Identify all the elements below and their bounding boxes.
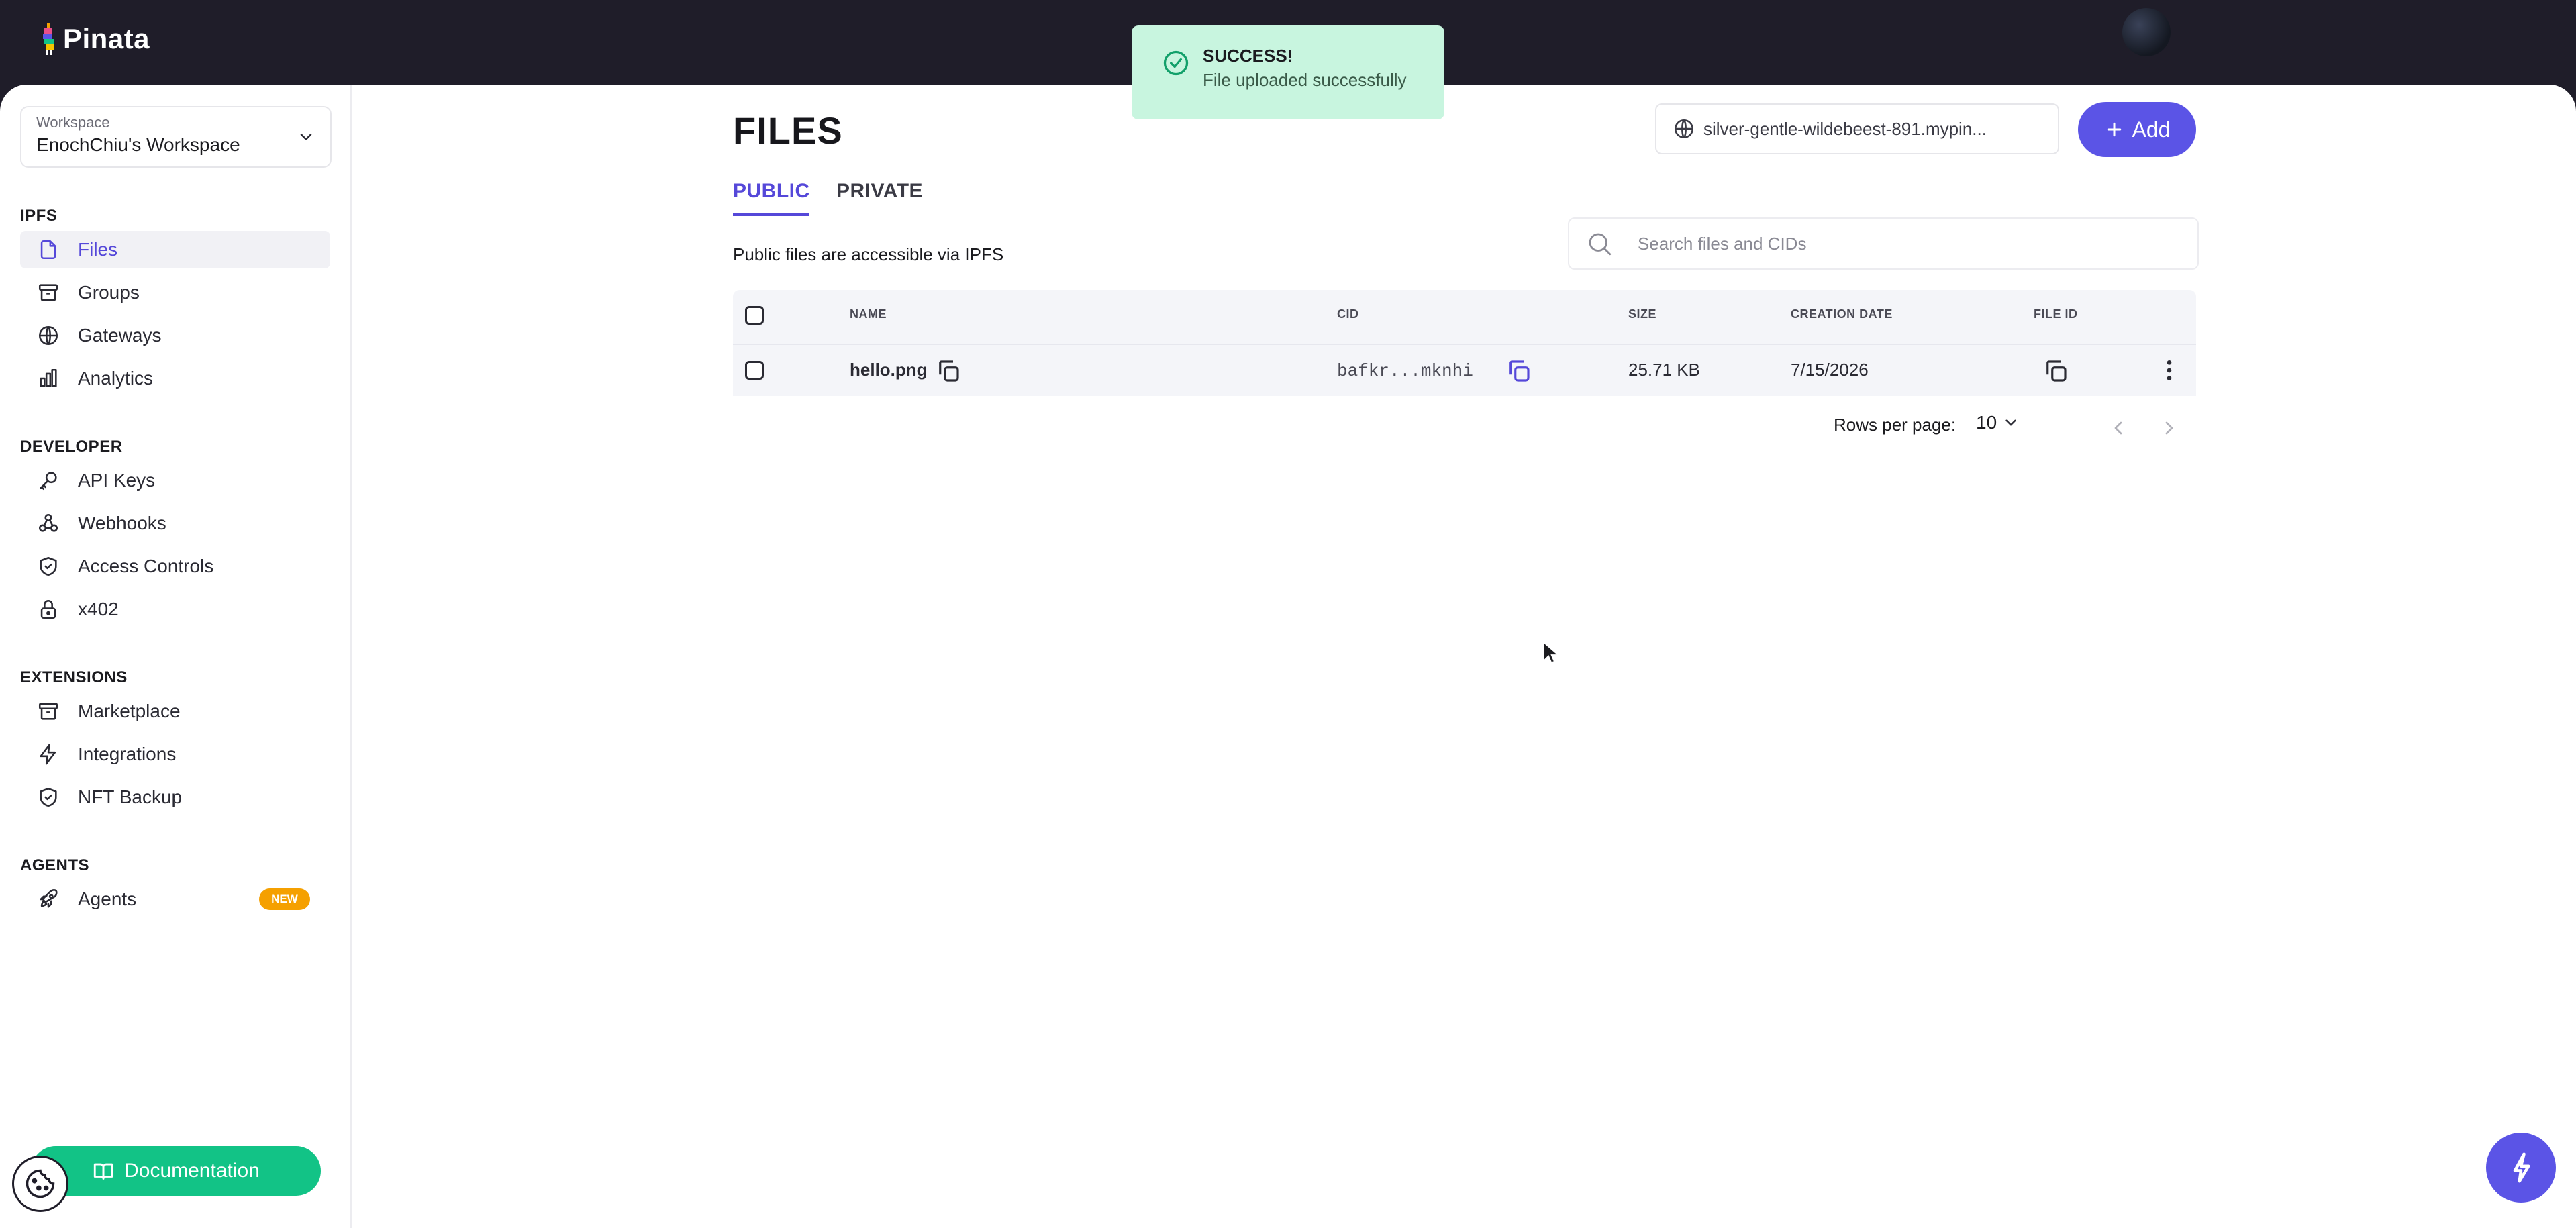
- search-input[interactable]: [1636, 229, 2176, 258]
- sidebar-item-api-keys[interactable]: API Keys: [20, 462, 330, 499]
- new-badge: NEW: [259, 888, 310, 910]
- search-box: [1568, 217, 2199, 270]
- section-title-agents: AGENTS: [20, 856, 90, 874]
- file-size: 25.71 KB: [1628, 360, 1700, 380]
- book-icon: [93, 1163, 113, 1180]
- rows-per-page-select[interactable]: 10: [1976, 412, 2020, 433]
- cookie-icon: [26, 1169, 55, 1198]
- file-creation-date: 7/15/2026: [1791, 360, 1869, 380]
- pinata-logo-icon: [43, 23, 54, 55]
- section-title-ipfs: IPFS: [20, 207, 58, 225]
- toast-message: File uploaded successfully: [1203, 70, 1407, 90]
- cookie-settings-button[interactable]: [12, 1156, 68, 1212]
- section-title-developer: DEVELOPER: [20, 438, 123, 456]
- file-icon: [35, 236, 62, 263]
- sidebar-item-analytics[interactable]: Analytics: [20, 360, 330, 397]
- chevron-down-icon: [2005, 419, 2016, 426]
- sidebar-item-label: Files: [78, 239, 118, 260]
- sidebar-item-label: Marketplace: [78, 701, 181, 721]
- sidebar-item-label: Webhooks: [78, 513, 166, 533]
- globe-icon: [35, 322, 62, 349]
- column-header-name[interactable]: NAME: [850, 307, 887, 321]
- table-header: NAME CID SIZE CREATION DATE FILE ID: [733, 290, 2196, 345]
- pinata-logo[interactable]: Pinata: [42, 23, 150, 55]
- pinata-mascot-icon: [2513, 1152, 2530, 1183]
- sidebar-item-label: Gateways: [78, 325, 162, 346]
- next-page-icon[interactable]: [2159, 417, 2180, 439]
- lock-icon: [35, 596, 62, 623]
- table-row[interactable]: hello.png bafkr...mknhi 25.71 KB 7/15/20…: [733, 345, 2196, 396]
- file-name[interactable]: hello.png: [850, 360, 928, 380]
- page-title: FILES: [733, 109, 843, 152]
- app-name: Pinata: [63, 23, 150, 54]
- tab-private[interactable]: PRIVATE: [836, 180, 923, 203]
- rows-per-page-label: Rows per page:: [1834, 415, 1956, 435]
- globe-icon: [1674, 119, 1694, 139]
- column-header-creation-date[interactable]: CREATION DATE: [1791, 307, 1893, 321]
- copy-file-id-icon[interactable]: [2042, 357, 2070, 385]
- help-chat-button[interactable]: [2486, 1133, 2556, 1203]
- search-icon: [1589, 233, 1612, 256]
- column-header-cid[interactable]: CID: [1337, 307, 1359, 321]
- documentation-button[interactable]: Documentation: [31, 1146, 321, 1196]
- tab-active-indicator: [733, 213, 809, 216]
- row-checkbox[interactable]: [745, 361, 764, 380]
- plus-icon: [2107, 122, 2121, 137]
- copy-cid-icon[interactable]: [1505, 357, 1533, 385]
- sidebar-item-label: Access Controls: [78, 556, 214, 576]
- sidebar-item-label: Agents: [78, 888, 137, 909]
- sidebar-item-label: x402: [78, 599, 119, 619]
- rows-per-page-value: 10: [1976, 412, 1997, 433]
- more-options-icon[interactable]: [2156, 357, 2183, 384]
- shield-check-icon: [35, 784, 62, 811]
- sidebar-item-webhooks[interactable]: Webhooks: [20, 505, 330, 542]
- gateway-selector[interactable]: silver-gentle-wildebeest-891.mypin...: [1655, 103, 2059, 154]
- toast-title: SUCCESS!: [1203, 46, 1293, 66]
- sidebar-item-access-controls[interactable]: Access Controls: [20, 548, 330, 585]
- chevron-down-icon: [300, 134, 312, 140]
- select-all-checkbox[interactable]: [745, 306, 764, 325]
- sidebar-item-label: Analytics: [78, 368, 154, 389]
- sidebar-item-integrations[interactable]: Integrations: [20, 735, 330, 773]
- workspace-label: Workspace: [36, 114, 110, 131]
- documentation-label: Documentation: [124, 1160, 260, 1182]
- gateway-url: silver-gentle-wildebeest-891.mypin...: [1703, 118, 1987, 139]
- sidebar-item-label: NFT Backup: [78, 786, 183, 807]
- files-description: Public files are accessible via IPFS: [733, 244, 1004, 264]
- shield-check-icon: [35, 553, 62, 580]
- check-circle-icon: [1163, 50, 1189, 76]
- archive-icon: [35, 698, 62, 725]
- mouse-cursor-icon: [1543, 642, 1558, 664]
- sidebar-item-gateways[interactable]: Gateways: [20, 317, 330, 354]
- webhook-icon: [35, 510, 62, 537]
- file-cid: bafkr...mknhi: [1337, 361, 1473, 381]
- tab-public[interactable]: PUBLIC: [733, 180, 810, 203]
- user-avatar[interactable]: [2122, 8, 2171, 56]
- sidebar-item-label: Groups: [78, 282, 140, 303]
- sidebar-item-nft-backup[interactable]: NFT Backup: [20, 778, 330, 816]
- rocket-icon: [35, 886, 62, 913]
- sidebar-item-label: API Keys: [78, 470, 156, 491]
- sidebar-item-groups[interactable]: Groups: [20, 274, 330, 311]
- sidebar-item-marketplace[interactable]: Marketplace: [20, 693, 330, 730]
- previous-page-icon[interactable]: [2108, 417, 2129, 439]
- sidebar-item-x402[interactable]: x402: [20, 591, 330, 628]
- add-button-label: Add: [2132, 117, 2171, 142]
- section-title-extensions: EXTENSIONS: [20, 668, 128, 686]
- workspace-selector[interactable]: Workspace EnochChiu's Workspace: [20, 106, 332, 168]
- add-button[interactable]: Add: [2078, 102, 2196, 157]
- column-header-size[interactable]: SIZE: [1628, 307, 1656, 321]
- workspace-name: EnochChiu's Workspace: [36, 134, 240, 155]
- archive-icon: [35, 279, 62, 306]
- column-header-file-id[interactable]: FILE ID: [2034, 307, 2078, 321]
- sidebar-item-files[interactable]: Files: [20, 231, 330, 268]
- bar-chart-icon: [35, 365, 62, 392]
- sidebar-item-label: Integrations: [78, 744, 177, 764]
- lightning-icon: [35, 741, 62, 768]
- key-icon: [35, 467, 62, 494]
- success-toast[interactable]: SUCCESS! File uploaded successfully: [1132, 25, 1444, 119]
- copy-icon[interactable]: [934, 357, 962, 385]
